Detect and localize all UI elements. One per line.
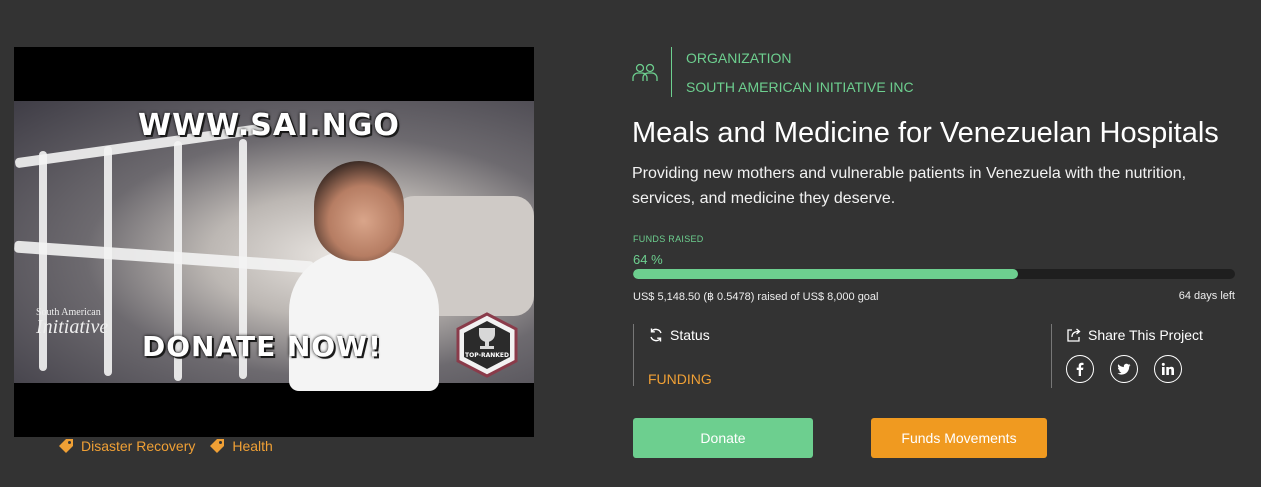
status-header: Status	[648, 327, 710, 343]
funds-raised-label: FUNDS RAISED	[633, 234, 704, 244]
funds-raised-amount: US$ 5,148.50 (฿ 0.5478) raised of US$ 8,…	[633, 291, 879, 303]
people-icon	[632, 63, 658, 81]
child-figure-head	[314, 161, 404, 261]
status-label: Status	[670, 327, 710, 343]
tag-health[interactable]: Health	[209, 438, 273, 454]
tag-icon	[210, 439, 225, 453]
share-header: Share This Project	[1066, 327, 1203, 343]
top-ranked-badge: TOP-RANKED	[456, 312, 518, 378]
funds-progress-fill	[633, 269, 1019, 279]
sai-logo: South American Initiative	[36, 307, 126, 347]
project-description: Providing new mothers and vulnerable pat…	[632, 165, 1187, 207]
linkedin-share-button[interactable]	[1154, 355, 1182, 383]
days-left: 64 days left	[1178, 290, 1235, 302]
facebook-share-button[interactable]	[1066, 355, 1094, 383]
bed-rail	[14, 240, 315, 274]
project-tags: Disaster Recovery Health	[58, 438, 273, 454]
social-share-buttons	[1066, 355, 1182, 383]
tag-disaster-recovery[interactable]: Disaster Recovery	[58, 438, 195, 454]
funds-percent: 64 %	[633, 252, 663, 267]
project-title: Meals and Medicine for Venezuelan Hospit…	[632, 117, 1219, 149]
linkedin-icon	[1161, 362, 1174, 375]
donate-button[interactable]: Donate	[633, 418, 813, 458]
organization-name-link[interactable]: SOUTH AMERICAN INITIATIVE INC	[686, 79, 914, 95]
badge-text: TOP-RANKED	[465, 352, 509, 359]
org-divider	[671, 47, 672, 97]
facebook-icon	[1076, 362, 1084, 376]
tag-label: Disaster Recovery	[81, 438, 196, 454]
funds-progress-bar	[633, 269, 1235, 279]
share-icon	[1067, 328, 1081, 342]
status-value: FUNDING	[648, 371, 712, 387]
share-label: Share This Project	[1088, 327, 1203, 343]
project-video[interactable]: WWW.SAI.NGO South American Initiative TO…	[14, 47, 534, 437]
tag-icon	[59, 439, 73, 453]
status-divider	[633, 324, 634, 386]
video-overlay-cta: DONATE NOW!	[142, 330, 382, 363]
organization-label: ORGANIZATION	[686, 50, 792, 66]
share-divider	[1051, 324, 1052, 388]
video-overlay-url: WWW.SAI.NGO	[138, 108, 400, 143]
refresh-icon	[650, 328, 662, 342]
twitter-icon	[1117, 363, 1131, 375]
child-figure-body	[289, 251, 439, 391]
twitter-share-button[interactable]	[1110, 355, 1138, 383]
sai-logo-big: Initiative	[36, 316, 109, 338]
tag-label: Health	[232, 438, 273, 454]
funds-movements-button[interactable]: Funds Movements	[871, 418, 1047, 458]
